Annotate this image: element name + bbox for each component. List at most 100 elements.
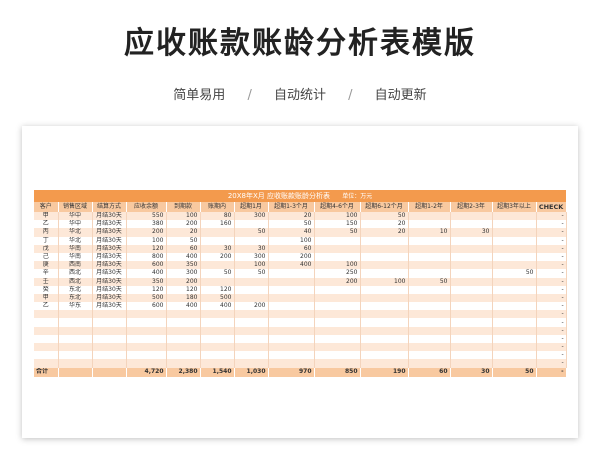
- table-row: -: [34, 359, 567, 368]
- table-title: 20X8年X月 应收账款账龄分析表: [227, 191, 331, 200]
- totals-cell: 30: [450, 367, 493, 377]
- table-cell: [492, 351, 537, 360]
- table-cell: [408, 310, 451, 319]
- table-cell: [166, 334, 201, 343]
- totals-cell: 2,380: [166, 367, 201, 377]
- table-cell: [234, 326, 269, 335]
- table-cell: -: [536, 351, 567, 360]
- totals-cell: 1,540: [200, 367, 235, 377]
- spreadsheet-preview: 20X8年X月 应收账款账龄分析表 单位：万元 客户 销售区域 结算方式 应收余额 到期…: [22, 126, 578, 438]
- column-header: 结算方式: [92, 202, 127, 212]
- table-cell: [234, 343, 269, 352]
- table-cell: 西北: [58, 277, 93, 286]
- totals-cell: 850: [314, 367, 361, 377]
- column-header: 超期1-3个月: [268, 202, 315, 212]
- table-cell: [314, 285, 361, 294]
- table-cell: -: [536, 261, 567, 270]
- table-cell: -: [536, 236, 567, 245]
- table-cell: [268, 269, 315, 278]
- table-row: -: [34, 343, 567, 352]
- table-title-row: 20X8年X月 应收账款账龄分析表 单位：万元: [34, 190, 567, 202]
- column-header: 超期2-3年: [450, 202, 493, 212]
- table-cell: [408, 269, 451, 278]
- table-row: -: [34, 334, 567, 343]
- table-cell: 月结30天: [92, 302, 127, 311]
- table-cell: 丙: [34, 228, 59, 237]
- table-cell: [234, 351, 269, 360]
- table-cell: [492, 318, 537, 327]
- table-cell: 100: [360, 277, 409, 286]
- feature-separator: /: [348, 88, 353, 103]
- table-cell: 400: [166, 252, 201, 262]
- totals-cell: [92, 367, 127, 377]
- table-row: 丁华北 月结30天 100 50 100-: [34, 236, 567, 245]
- table-cell: 200: [166, 277, 201, 286]
- table-cell: [58, 343, 93, 352]
- table-cell: [268, 351, 315, 360]
- table-cell: [408, 326, 451, 335]
- table-cell: [408, 212, 451, 221]
- table-cell: [126, 334, 167, 343]
- table-cell: -: [536, 293, 567, 303]
- table-cell: [234, 359, 269, 368]
- table-cell: 100: [314, 212, 361, 221]
- column-header: 账期内: [200, 202, 235, 212]
- table-cell: [268, 310, 315, 319]
- column-header: 超期1-2年: [408, 202, 451, 212]
- table-cell: [450, 220, 493, 229]
- column-header: 超期4-6个月: [314, 202, 361, 212]
- table-row: 甲东北 月结30天 500 180 500-: [34, 293, 567, 303]
- table-cell: 250: [314, 269, 361, 278]
- table-cell: [450, 293, 493, 303]
- table-cell: [492, 310, 537, 319]
- table-cell: [408, 334, 451, 343]
- table-cell: 月结30天: [92, 261, 127, 270]
- table-cell: 50: [268, 220, 315, 229]
- table-cell: [360, 293, 409, 303]
- table-cell: [234, 220, 269, 229]
- table-row: 辛西北 月结30天 400 300 50 50 250 50-: [34, 269, 567, 278]
- table-cell: [234, 293, 269, 303]
- table-cell: -: [536, 318, 567, 327]
- table-cell: 80: [200, 212, 235, 221]
- table-cell: [450, 277, 493, 286]
- table-cell: [200, 228, 235, 237]
- table-cell: [360, 285, 409, 294]
- table-cell: [492, 244, 537, 253]
- table-cell: -: [536, 334, 567, 343]
- table-cell: 60: [268, 244, 315, 253]
- table-cell: [408, 236, 451, 245]
- table-cell: 华中: [58, 220, 93, 229]
- table-cell: [360, 351, 409, 360]
- table-cell: [360, 302, 409, 311]
- table-row: 庚西南 月结30天 600 350 100 400 100 -: [34, 261, 567, 270]
- column-header-row: 客户 销售区域 结算方式 应收余额 到期款 账期内 超期1月 超期1-3个月 超期4-6个月 超期…: [34, 202, 567, 212]
- table-cell: 50: [234, 228, 269, 237]
- table-cell: [450, 326, 493, 335]
- table-cell: [450, 252, 493, 262]
- table-cell: [200, 326, 235, 335]
- table-cell: [126, 359, 167, 368]
- table-cell: [450, 261, 493, 270]
- table-cell: [166, 343, 201, 352]
- table-cell: 甲: [34, 212, 59, 221]
- table-cell: 月结30天: [92, 293, 127, 303]
- aging-table: 20X8年X月 应收账款账龄分析表 单位：万元 客户 销售区域 结算方式 应收余额 到期…: [34, 190, 567, 377]
- table-cell: 50: [234, 269, 269, 278]
- table-cell: [408, 220, 451, 229]
- table-cell: [492, 252, 537, 262]
- table-cell: 300: [234, 252, 269, 262]
- table-row: 乙华东 月结30天 600 400 400 200-: [34, 302, 567, 311]
- table-cell: 甲: [34, 293, 59, 303]
- table-cell: 月结30天: [92, 212, 127, 221]
- table-cell: 华南: [58, 252, 93, 262]
- table-cell: [92, 334, 127, 343]
- table-cell: 500: [126, 293, 167, 303]
- table-cell: 西南: [58, 261, 93, 270]
- table-cell: 50: [166, 236, 201, 245]
- table-cell: [314, 351, 361, 360]
- table-cell: 200: [234, 302, 269, 311]
- table-cell: [360, 261, 409, 270]
- table-cell: [234, 318, 269, 327]
- totals-cell: 1,030: [234, 367, 269, 377]
